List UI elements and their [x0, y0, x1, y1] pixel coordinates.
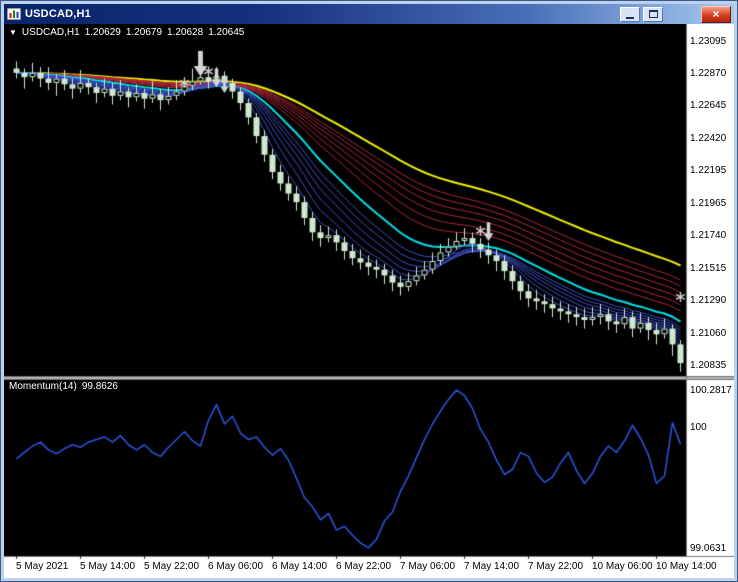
price-axis-label: 1.22195: [690, 164, 727, 176]
time-axis-label: 6 May 14:00: [272, 561, 328, 572]
momentum-axis-label: 99.0631: [690, 542, 727, 554]
chart-window-icon: [7, 8, 21, 20]
window-controls: ×: [617, 5, 731, 23]
time-axis-label: 7 May 22:00: [528, 561, 584, 572]
window-splitter[interactable]: [4, 376, 734, 380]
time-axis-label: 10 May 06:00: [592, 561, 653, 572]
price-axis-label: 1.21060: [690, 327, 727, 339]
window-titlebar[interactable]: USDCAD,H1 ×: [4, 4, 734, 24]
ohlc-low: 1.20628: [167, 27, 204, 38]
time-axis-label: 6 May 06:00: [208, 561, 264, 572]
momentum-value: 99.8626: [81, 381, 118, 392]
minimize-button[interactable]: [620, 6, 640, 22]
time-axis-label: 7 May 14:00: [464, 561, 520, 572]
price-axis[interactable]: 1.23095 1.22870 1.22645 1.22420 1.22195 1.219…: [687, 24, 734, 556]
price-axis-label: 1.22645: [690, 100, 727, 112]
chart-symbol-label: USDCAD,H1: [21, 27, 80, 38]
close-button[interactable]: ×: [701, 5, 731, 23]
momentum-axis-label: 100: [690, 421, 707, 433]
price-axis-label: 1.23095: [690, 35, 727, 47]
ohlc-close: 1.20645: [208, 27, 245, 38]
price-axis-label: 1.22420: [690, 132, 727, 144]
ohlc-high: 1.20679: [125, 27, 163, 38]
maximize-icon: [648, 10, 658, 18]
chart-client-area: ▼ USDCAD,H1 1.20629 1.20679 1.20628 1.20…: [4, 24, 734, 578]
time-axis-label: 5 May 2021: [16, 561, 69, 572]
price-axis-label: 1.21515: [690, 262, 727, 274]
momentum-axis-label: 100.2817: [690, 385, 732, 397]
chart-ohlc-label: ▼ USDCAD,H1 1.20629 1.20679 1.20628 1.20…: [9, 27, 244, 38]
ohlc-open: 1.20629: [84, 27, 121, 38]
price-chart-canvas[interactable]: [4, 24, 734, 578]
maximize-button[interactable]: [643, 6, 663, 22]
time-axis-label: 10 May 14:00: [656, 561, 717, 572]
chart-window: USDCAD,H1 × ▼ USDCAD,H1 1.20629 1.20679 …: [0, 0, 738, 582]
time-axis-label: 5 May 22:00: [144, 561, 200, 572]
minimize-icon: [626, 16, 634, 19]
time-axis[interactable]: 5 May 2021 5 May 14:00 5 May 22:00 6 May 06…: [4, 556, 734, 578]
time-axis-label: 5 May 14:00: [80, 561, 136, 572]
price-axis-label: 1.22870: [690, 67, 727, 79]
time-axis-label: 6 May 22:00: [336, 561, 392, 572]
chart-dropdown-icon[interactable]: ▼: [9, 28, 17, 37]
time-axis-label: 7 May 06:00: [400, 561, 456, 572]
close-icon: ×: [712, 7, 720, 21]
price-axis-label: 1.21965: [690, 197, 727, 209]
price-axis-label: 1.21740: [690, 230, 727, 242]
window-title: USDCAD,H1: [25, 8, 91, 20]
price-axis-label: 1.21290: [690, 294, 727, 306]
momentum-name: Momentum(14): [9, 381, 77, 392]
momentum-indicator-label: Momentum(14) 99.8626: [9, 381, 118, 392]
price-axis-label: 1.20835: [690, 360, 727, 372]
